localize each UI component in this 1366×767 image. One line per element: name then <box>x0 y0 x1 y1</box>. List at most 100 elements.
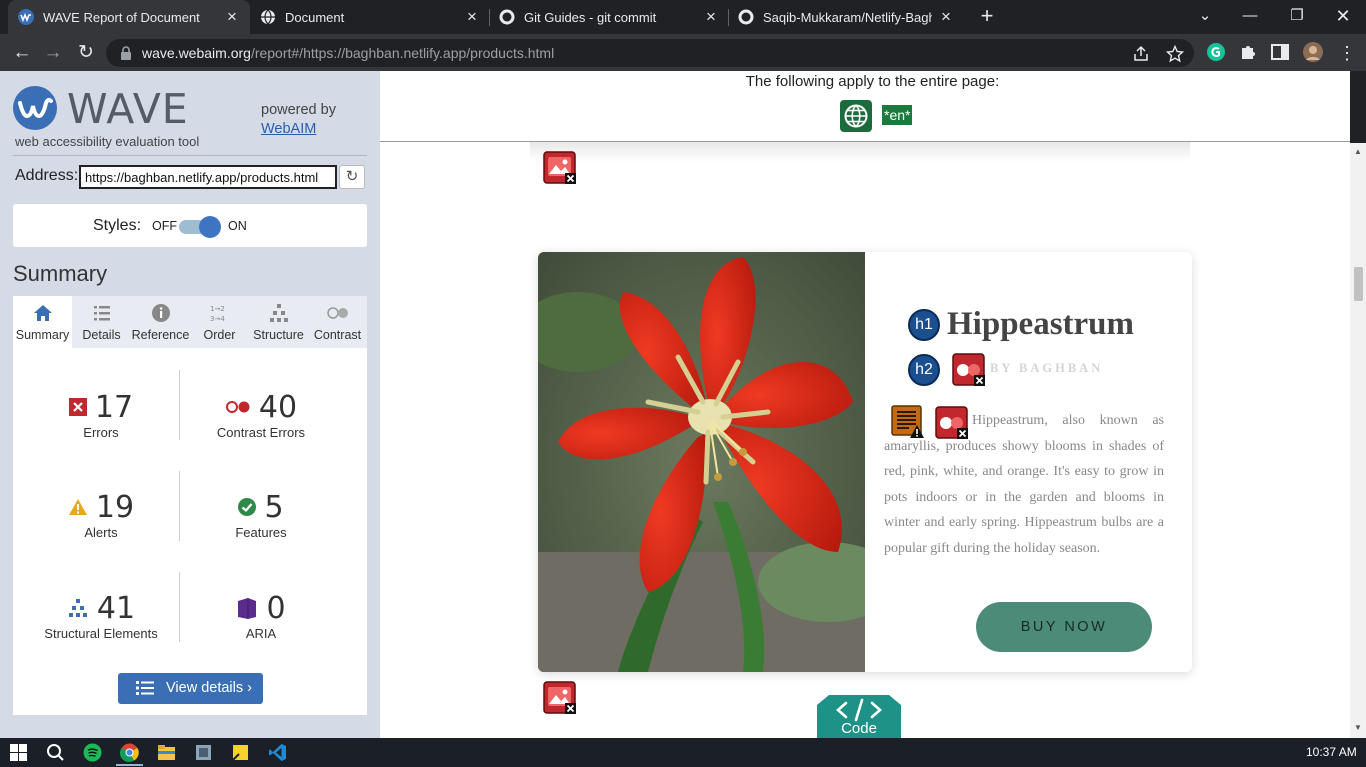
tab-title: WAVE Report of Document <box>43 9 200 25</box>
wave-favicon-icon <box>18 9 34 25</box>
wave-panel-tabs: Summary Details Reference 1→2 3→4 Order S… <box>13 296 367 348</box>
structural-stat[interactable]: 41 Structural Elements <box>21 590 181 642</box>
tab-label: Structure <box>253 328 304 342</box>
back-arrow-icon[interactable]: ← <box>9 40 35 66</box>
grammarly-icon[interactable] <box>1206 42 1226 62</box>
tab-summary[interactable]: Summary <box>13 296 72 348</box>
vscode-icon[interactable] <box>268 743 287 762</box>
globe-icon <box>844 104 868 128</box>
contrast-errors-label: Contrast Errors <box>216 425 306 440</box>
contrast-errors-stat[interactable]: 40 Contrast Errors <box>181 389 341 441</box>
image-missing-alt-error-icon[interactable] <box>543 151 576 184</box>
alerts-stat[interactable]: 19 Alerts <box>21 489 181 540</box>
applies-text: The following apply to the entire page: <box>745 73 1000 90</box>
justified-text-alert-icon[interactable] <box>891 405 924 438</box>
order-icon: 1→23→4 <box>210 305 225 323</box>
tab-github-repo[interactable]: Saqib-Mukkaram/Netlify-Baghban × <box>728 0 964 34</box>
extensions-puzzle-icon[interactable] <box>1238 42 1258 62</box>
close-tab-icon[interactable]: × <box>703 8 719 25</box>
windows-start-icon[interactable] <box>9 743 28 762</box>
side-panel-icon[interactable] <box>1270 42 1290 62</box>
h2-heading-icon[interactable]: h2 <box>908 354 940 386</box>
search-icon[interactable] <box>46 743 65 762</box>
menu-kebab-icon[interactable]: ⋮ <box>1334 40 1360 66</box>
buy-now-button[interactable]: BUY NOW <box>976 602 1152 652</box>
alerts-label: Alerts <box>84 525 118 540</box>
amaryllis-flower-image <box>538 252 865 672</box>
close-tab-icon[interactable]: × <box>938 8 954 25</box>
aria-icon <box>238 598 257 619</box>
tab-search-icon[interactable]: ⌄ <box>1193 4 1217 28</box>
view-details-label: View details › <box>166 680 252 696</box>
page-scrollbar[interactable]: ▲ ▼ <box>1350 143 1366 738</box>
language-globe-icon[interactable] <box>840 100 872 132</box>
share-icon[interactable] <box>1132 45 1150 63</box>
file-explorer-icon[interactable] <box>157 743 176 762</box>
chrome-icon[interactable] <box>120 743 139 762</box>
wave-refresh-icon[interactable]: ↻ <box>339 165 365 189</box>
minimize-icon[interactable]: — <box>1238 4 1262 28</box>
tab-document[interactable]: Document × <box>250 0 490 34</box>
scroll-down-icon[interactable]: ▼ <box>1353 723 1363 733</box>
features-label: Features <box>235 525 287 540</box>
contrast-errors-count: 40 <box>258 389 298 425</box>
feature-check-icon <box>238 498 257 516</box>
powered-by: powered by WebAIM <box>261 101 336 139</box>
styles-toggle[interactable] <box>179 216 221 238</box>
browser-tab-strip: WAVE Report of Document × Document × Git… <box>0 0 1366 34</box>
clock: 10:37 AM <box>1306 745 1357 759</box>
code-label: Code <box>841 720 877 737</box>
app-icon[interactable] <box>194 743 213 762</box>
features-count: 5 <box>264 489 284 525</box>
webaim-link[interactable]: WebAIM <box>261 121 316 137</box>
scroll-up-icon[interactable]: ▲ <box>1353 147 1363 157</box>
list-icon <box>94 306 110 321</box>
tab-details[interactable]: Details <box>72 296 131 348</box>
tab-git-guides[interactable]: Git Guides - git commit × <box>489 0 729 34</box>
bookmark-star-icon[interactable] <box>1166 45 1184 63</box>
sticky-notes-icon[interactable] <box>231 743 250 762</box>
errors-stat[interactable]: 17 Errors <box>21 389 181 440</box>
contrast-error-icon[interactable] <box>935 406 968 439</box>
tab-title: Git Guides - git commit <box>524 9 657 25</box>
aria-stat[interactable]: 0 ARIA <box>181 590 341 641</box>
summary-panel: 17 Errors 40 Contrast Errors 19 Alerts 5… <box>13 348 367 715</box>
close-tab-icon[interactable]: × <box>464 8 480 25</box>
restore-icon[interactable]: ❐ <box>1285 4 1309 28</box>
tab-label: Order <box>203 328 236 342</box>
address-bar[interactable]: wave.webaim.org/report#/https://baghban.… <box>106 39 1194 67</box>
wave-address-input[interactable] <box>79 165 337 189</box>
close-window-icon[interactable]: ✕ <box>1331 4 1355 28</box>
tab-label: Summary <box>15 328 70 342</box>
reload-icon[interactable]: ↻ <box>73 40 99 66</box>
language-badge: *en* <box>882 105 913 125</box>
structure-icon <box>270 304 288 322</box>
new-tab-button[interactable]: + <box>976 5 998 27</box>
page-wide-results: The following apply to the entire page: … <box>380 71 1350 142</box>
spotify-icon[interactable] <box>83 743 102 762</box>
structural-label: Structural Elements <box>44 626 158 641</box>
close-tab-icon[interactable]: × <box>224 8 240 25</box>
structure-icon <box>68 599 87 617</box>
forward-arrow-icon[interactable]: → <box>40 40 66 66</box>
toggle-knob <box>199 216 221 238</box>
tab-label: Contrast <box>313 328 362 342</box>
alerts-count: 19 <box>95 489 135 525</box>
tab-title: Saqib-Mukkaram/Netlify-Baghban <box>763 9 932 25</box>
scroll-thumb[interactable] <box>1354 267 1363 301</box>
tab-contrast[interactable]: Contrast <box>308 296 367 348</box>
contrast-error-icon[interactable] <box>952 353 985 386</box>
image-missing-alt-error-icon[interactable] <box>543 681 576 714</box>
view-details-button[interactable]: View details › <box>118 673 263 704</box>
product-byline: BY BAGHBAN <box>990 361 1104 375</box>
h1-heading-icon[interactable]: h1 <box>908 309 940 341</box>
tab-order[interactable]: 1→2 3→4 Order <box>190 296 249 348</box>
code-panel-toggle[interactable]: Code <box>813 691 905 738</box>
tab-wave-report[interactable]: WAVE Report of Document × <box>8 0 250 34</box>
tab-reference[interactable]: Reference <box>131 296 190 348</box>
url-path: /report#/https://baghban.netlify.app/pro… <box>250 45 555 61</box>
svg-text:1→2: 1→2 <box>210 305 225 313</box>
features-stat[interactable]: 5 Features <box>181 489 341 541</box>
profile-avatar[interactable] <box>1303 42 1323 62</box>
tab-structure[interactable]: Structure <box>249 296 308 348</box>
